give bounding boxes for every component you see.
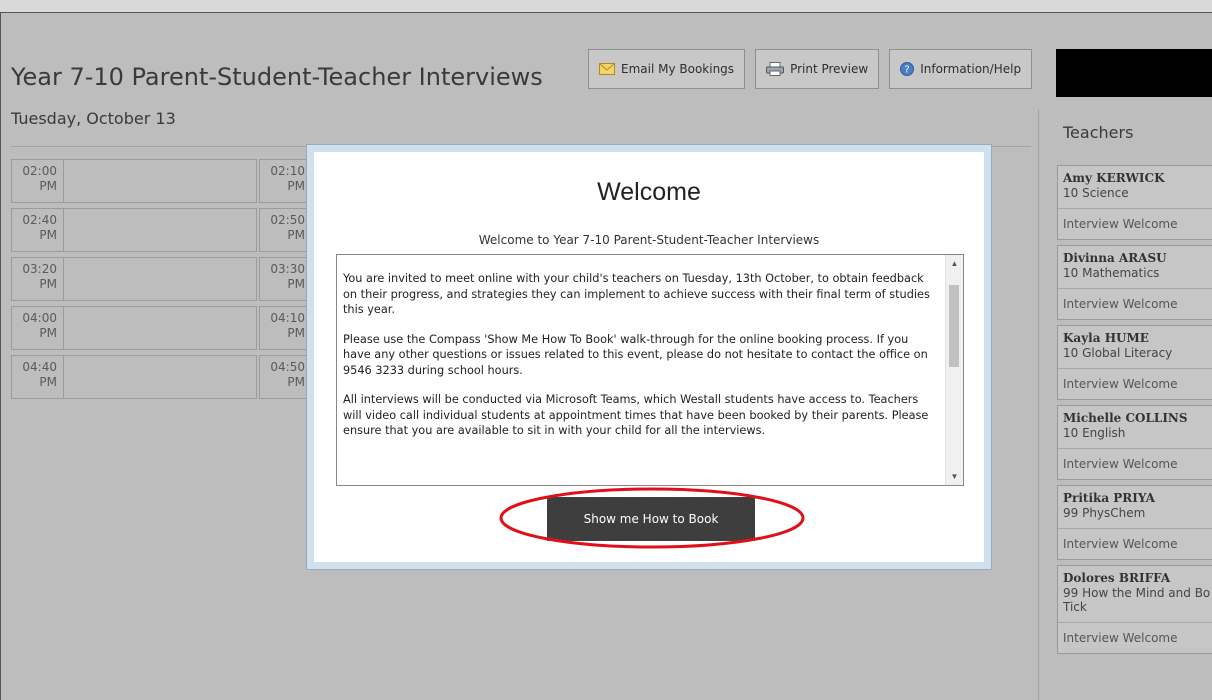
time-slot-label: 02:40 PM [12, 209, 64, 251]
time-slot-label: 04:50 PM [260, 356, 312, 398]
teacher-name: Pritika PRIYA [1063, 491, 1155, 505]
slot-ampm: PM [39, 179, 57, 193]
welcome-paragraph: All interviews will be conducted via Mic… [343, 393, 929, 437]
teacher-card-header: Dolores BRIFFA 99 How the Mind and Bo Tic… [1058, 566, 1212, 623]
scroll-down-arrow-icon[interactable]: ▼ [946, 468, 963, 485]
printer-icon [766, 62, 785, 76]
teacher-interview-status: Interview Welcome [1063, 377, 1178, 391]
slot-ampm: PM [39, 326, 57, 340]
teacher-card[interactable]: Pritika PRIYA 99 PhysChem Interview Welcom… [1057, 485, 1212, 560]
slot-hour: 03:20 [22, 262, 57, 276]
time-slot-label: 03:30 PM [260, 258, 312, 300]
redacted-box [1056, 49, 1212, 97]
time-slot[interactable]: 02:40 PM [11, 208, 257, 252]
teacher-card[interactable]: Dolores BRIFFA 99 How the Mind and Bo Tic… [1057, 565, 1212, 654]
sidebar-title: Teachers [1063, 123, 1134, 142]
time-slot-label: 02:10 PM [260, 160, 312, 202]
teacher-name: Divinna ARASU [1063, 251, 1167, 265]
teacher-card[interactable]: Michelle COLLINS 10 English Interview Welc… [1057, 405, 1212, 480]
modal-subtitle: Welcome to Year 7-10 Parent-Student-Teac… [478, 233, 820, 247]
modal-title: Welcome [597, 178, 701, 206]
time-slot-label: 02:00 PM [12, 160, 64, 202]
slot-hour: 04:50 [270, 360, 305, 374]
teacher-interview-status: Interview Welcome [1063, 631, 1178, 645]
time-slot-label: 04:40 PM [12, 356, 64, 398]
print-preview-button[interactable]: Print Preview [755, 49, 880, 89]
teacher-name: Michelle COLLINS [1063, 411, 1188, 425]
teacher-interview-status: Interview Welcome [1063, 457, 1178, 471]
teacher-card-header: Pritika PRIYA 99 PhysChem [1058, 486, 1212, 529]
teacher-interview-status: Interview Welcome [1063, 297, 1178, 311]
time-slot[interactable]: 04:00 PM [11, 306, 257, 350]
time-slot[interactable]: 02:00 PM [11, 159, 257, 203]
teacher-subject: 10 English [1063, 426, 1126, 440]
welcome-text-scrollbox[interactable]: You are invited to meet online with your… [336, 254, 964, 486]
teacher-subject: 10 Science [1063, 186, 1129, 200]
page-title: Year 7-10 Parent-Student-Teacher Intervi… [11, 63, 543, 91]
slot-hour: 02:10 [270, 164, 305, 178]
scroll-up-arrow-icon[interactable]: ▲ [946, 255, 963, 272]
slot-ampm: PM [287, 326, 305, 340]
teacher-card[interactable]: Kayla HUME 10 Global Literacy Interview We… [1057, 325, 1212, 400]
slot-ampm: PM [287, 228, 305, 242]
time-slot-label: 02:50 PM [260, 209, 312, 251]
slot-ampm: PM [39, 277, 57, 291]
teachers-sidebar: Teachers Amy KERWICK 10 Science Interview … [1038, 109, 1212, 700]
teacher-subject: 99 How the Mind and Bo Tick [1063, 586, 1211, 614]
welcome-paragraph: You are invited to meet online with your… [343, 272, 930, 316]
teacher-card-header: Divinna ARASU 10 Mathematics [1058, 246, 1212, 289]
envelope-icon [599, 63, 615, 75]
time-slot-label: 04:10 PM [260, 307, 312, 349]
print-preview-label: Print Preview [790, 62, 869, 76]
date-heading: Tuesday, October 13 [11, 109, 176, 128]
teacher-name: Amy KERWICK [1063, 171, 1165, 185]
teacher-list: Amy KERWICK 10 Science Interview Welcome Di… [1057, 165, 1212, 659]
slot-ampm: PM [287, 375, 305, 389]
slot-hour: 04:00 [22, 311, 57, 325]
teacher-card[interactable]: Amy KERWICK 10 Science Interview Welcome [1057, 165, 1212, 240]
slot-ampm: PM [39, 228, 57, 242]
slot-hour: 02:00 [22, 164, 57, 178]
time-slot-label: 03:20 PM [12, 258, 64, 300]
information-help-button[interactable]: ? Information/Help [889, 49, 1033, 89]
teacher-subject: 99 PhysChem [1063, 506, 1146, 520]
slot-ampm: PM [287, 277, 305, 291]
scrollbar-thumb[interactable] [949, 285, 959, 367]
teacher-card[interactable]: Divinna ARASU 10 Mathematics Interview Wel… [1057, 245, 1212, 320]
welcome-text: You are invited to meet online with your… [343, 271, 939, 453]
slot-hour: 04:40 [22, 360, 57, 374]
toolbar: Email My Bookings Print Preview ? Inform… [588, 49, 1033, 89]
teacher-subject: 10 Mathematics [1063, 266, 1160, 280]
time-slot[interactable]: 03:20 PM [11, 257, 257, 301]
teacher-interview-status: Interview Welcome [1063, 217, 1178, 231]
email-bookings-label: Email My Bookings [621, 62, 735, 76]
teacher-card-header: Amy KERWICK 10 Science [1058, 166, 1212, 209]
red-circle-highlight [499, 487, 805, 549]
time-slot[interactable]: 04:40 PM [11, 355, 257, 399]
svg-text:?: ? [905, 65, 910, 76]
slot-hour: 03:30 [270, 262, 305, 276]
teacher-card-header: Michelle COLLINS 10 English [1058, 406, 1212, 449]
welcome-paragraph: Please use the Compass 'Show Me How To B… [343, 332, 928, 377]
information-help-label: Information/Help [920, 62, 1022, 76]
scrollbar[interactable]: ▲ ▼ [945, 255, 963, 485]
teacher-interview-status: Interview Welcome [1063, 537, 1178, 551]
help-icon: ? [900, 62, 915, 76]
slot-hour: 02:40 [22, 213, 57, 227]
slot-hour: 02:50 [270, 213, 305, 227]
email-bookings-button[interactable]: Email My Bookings [588, 49, 746, 89]
slot-ampm: PM [39, 375, 57, 389]
slot-ampm: PM [287, 179, 305, 193]
teacher-card-header: Kayla HUME 10 Global Literacy [1058, 326, 1212, 369]
time-slot-label: 04:00 PM [12, 307, 64, 349]
slot-hour: 04:10 [270, 311, 305, 325]
teacher-name: Dolores BRIFFA [1063, 571, 1171, 585]
teacher-subject: 10 Global Literacy [1063, 346, 1173, 360]
teacher-name: Kayla HUME [1063, 331, 1149, 345]
